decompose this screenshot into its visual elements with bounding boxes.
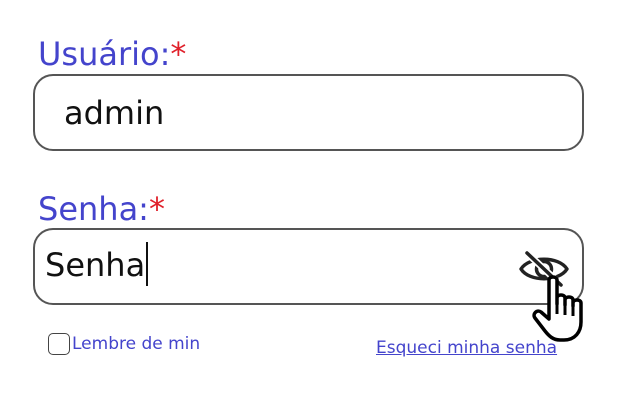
username-input[interactable]: admin (33, 74, 584, 151)
password-label: Senha:* (38, 193, 165, 225)
remember-label[interactable]: Lembre de min (72, 334, 200, 354)
password-label-text: Senha: (38, 190, 149, 228)
eye-slash-icon[interactable] (518, 249, 570, 289)
text-caret (146, 241, 149, 286)
login-form: Usuário:* admin Senha:* Senha Lembre de … (0, 0, 640, 400)
username-label: Usuário:* (38, 38, 186, 70)
forgot-password-link[interactable]: Esqueci minha senha (376, 338, 557, 358)
password-input[interactable]: Senha (33, 228, 584, 305)
remember-me[interactable]: Lembre de min (48, 333, 200, 355)
password-value: Senha (45, 245, 146, 284)
password-value-wrap: Senha (45, 241, 149, 289)
username-value: admin (64, 93, 165, 132)
username-required-mark: * (170, 35, 187, 73)
username-label-text: Usuário: (38, 35, 171, 73)
remember-checkbox[interactable] (48, 333, 70, 355)
password-required-mark: * (148, 190, 165, 228)
